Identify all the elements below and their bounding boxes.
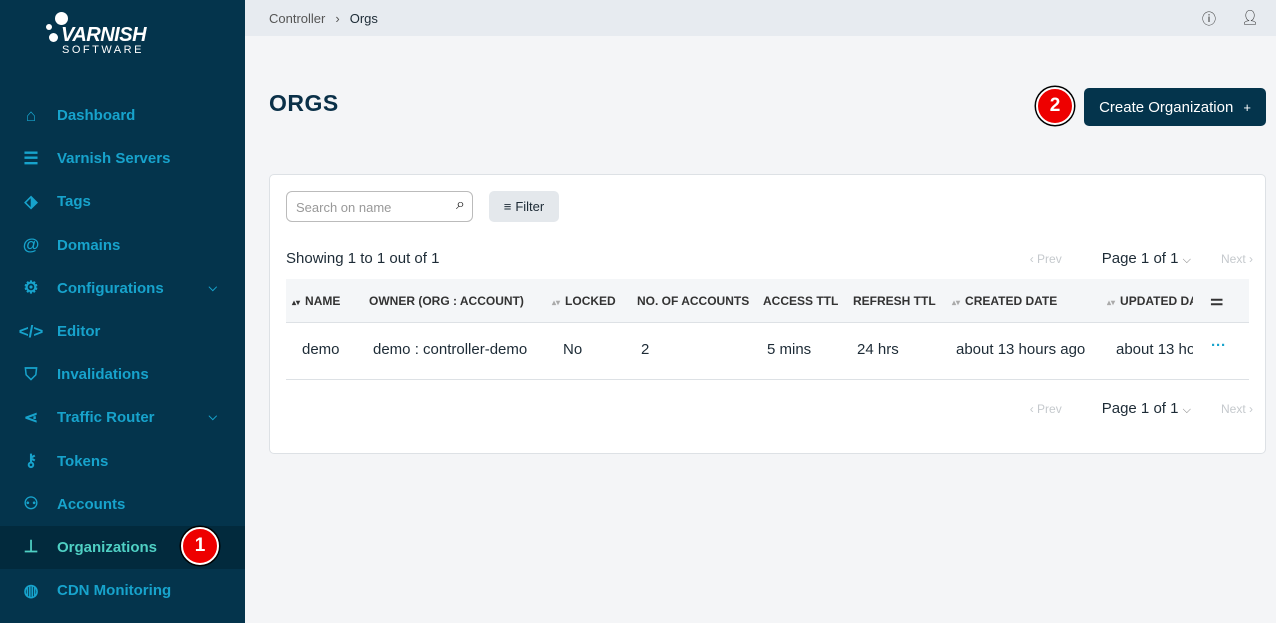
col-owner: OWNER (ORG : ACCOUNT) [369, 294, 524, 308]
col-name[interactable]: ▴▾ NAME [292, 294, 340, 308]
sidebar-item-editor[interactable]: </> Editor [0, 310, 245, 353]
sidebar-item-configurations[interactable]: ⚙ Configurations ⌵ [0, 267, 245, 310]
pagination-bottom: ‹ Prev Page 1 of 1 ⌵ Next › [1030, 400, 1253, 417]
annotation-badge-1: 1 [181, 527, 219, 565]
next-button[interactable]: Next › [1221, 252, 1253, 266]
chevron-down-icon[interactable]: ⌵ [209, 411, 217, 424]
sidebar-item-label: Editor [57, 323, 101, 341]
sidebar-item-label: Domains [57, 236, 121, 254]
sidebar-item-domains[interactable]: @ Domains [0, 224, 245, 267]
sidebar-item-dashboard[interactable]: ⌂ Dashboard [0, 94, 245, 137]
share-icon: ⋖ [23, 407, 39, 427]
col-locked[interactable]: ▴▾ LOCKED [552, 294, 616, 308]
sidebar-item-label: Traffic Router [57, 409, 155, 427]
help-icon[interactable]: ⓘ [1202, 9, 1216, 29]
col-updated[interactable]: ▴▾UPDATED DATE [1107, 294, 1193, 308]
col-created[interactable]: ▴▾ CREATED DATE [952, 294, 1057, 308]
annotation-badge-2: 2 [1036, 87, 1074, 125]
table-header: ▴▾ NAME OWNER (ORG : ACCOUNT) ▴▾ LOCKED NO… [286, 279, 1249, 323]
cell-owner: demo : controller-demo [373, 341, 528, 358]
code-icon: </> [18, 321, 44, 341]
sidebar-item-label: CDN Monitoring [57, 582, 172, 600]
cell-name[interactable]: demo [302, 341, 340, 358]
cell-created: about 13 hours ago [956, 341, 1086, 358]
search-input[interactable]: Search on name ⌕ [286, 191, 473, 222]
sidebar-item-cdn-monitoring[interactable]: ◍ CDN Monitoring [0, 569, 245, 612]
pagination-top: ‹ Prev Page 1 of 1 ⌵ Next › [1030, 250, 1253, 267]
results-count: Showing 1 to 1 out of 1 [286, 250, 440, 267]
filter-icon: ≡ [503, 199, 512, 214]
user-icon[interactable]: 👤︎ [1241, 9, 1259, 26]
cell-locked: No [563, 341, 583, 358]
sidebar-item-label: Varnish Servers [57, 150, 171, 168]
sidebar-item-label: Dashboard [57, 107, 136, 125]
sidebar-item-tokens[interactable]: ⚷ Tokens [0, 440, 245, 483]
orgs-card: Search on name ⌕ ≡ Filter Showing 1 to 1… [269, 174, 1266, 454]
users-icon: ⚇ [23, 494, 39, 514]
at-icon: @ [22, 235, 40, 255]
page-title: ORGS [269, 90, 339, 116]
filter-button[interactable]: ≡ Filter [489, 191, 559, 222]
sidebar-item-label: Accounts [57, 495, 126, 513]
sidebar-item-label: Invalidations [57, 366, 149, 384]
breadcrumb: Controller › Orgs ⓘ 👤︎ [245, 0, 1276, 36]
sidebar-item-label: Tokens [57, 452, 109, 470]
cell-refresh-ttl: 24 hrs [857, 341, 899, 358]
col-access-ttl: ACCESS TTL [763, 294, 839, 308]
table-row[interactable]: demo demo : controller-demo No 2 5 mins … [286, 323, 1249, 380]
sidebar-item-accounts[interactable]: ⚇ Accounts [0, 483, 245, 526]
page-select[interactable]: Page 1 of 1 ⌵ [1102, 400, 1191, 417]
prev-button[interactable]: ‹ Prev [1030, 402, 1062, 416]
globe-icon: ◍ [23, 580, 39, 600]
key-icon: ⚷ [24, 451, 38, 471]
cell-updated: about 13 hours ago [1116, 341, 1193, 358]
org-chart-icon: ⊥ [23, 537, 39, 557]
sidebar-item-label: Organizations [57, 538, 158, 556]
plus-icon: + [1243, 99, 1251, 115]
sidebar-item-tags[interactable]: ⬗ Tags [0, 180, 245, 223]
cell-accounts: 2 [641, 341, 650, 358]
sidebar-item-label: Tags [57, 193, 91, 211]
column-settings-icon[interactable]: ⚌ [1210, 291, 1223, 309]
breadcrumb-controller[interactable]: Controller [269, 11, 325, 26]
col-refresh-ttl: REFRESH TTL [853, 294, 936, 308]
cell-access-ttl: 5 mins [767, 341, 812, 358]
tag-icon: ⬗ [24, 191, 38, 211]
gear-icon: ⚙ [23, 278, 39, 298]
next-button[interactable]: Next › [1221, 402, 1253, 416]
page-select[interactable]: Page 1 of 1 ⌵ [1102, 250, 1191, 267]
more-actions-icon[interactable]: ··· [1211, 337, 1226, 354]
search-icon[interactable]: ⌕ [456, 196, 465, 214]
sidebar-item-varnish-servers[interactable]: ☰ Varnish Servers [0, 137, 245, 180]
chevron-down-icon[interactable]: ⌵ [209, 282, 217, 295]
chevron-right-icon: › [335, 10, 340, 26]
col-accounts: NO. OF ACCOUNTS [637, 294, 750, 308]
home-icon: ⌂ [25, 105, 37, 125]
breadcrumb-current: Orgs [349, 10, 378, 26]
sidebar-item-label: Configurations [57, 279, 164, 297]
sidebar-item-invalidations[interactable]: ⛉ Invalidations [0, 353, 245, 396]
prev-button[interactable]: ‹ Prev [1030, 252, 1062, 266]
create-organization-button[interactable]: Create Organization + [1084, 88, 1266, 126]
shield-icon: ⛉ [24, 364, 38, 384]
server-icon: ☰ [23, 148, 39, 168]
sidebar-item-traffic-router[interactable]: ⋖ Traffic Router ⌵ [0, 396, 245, 439]
